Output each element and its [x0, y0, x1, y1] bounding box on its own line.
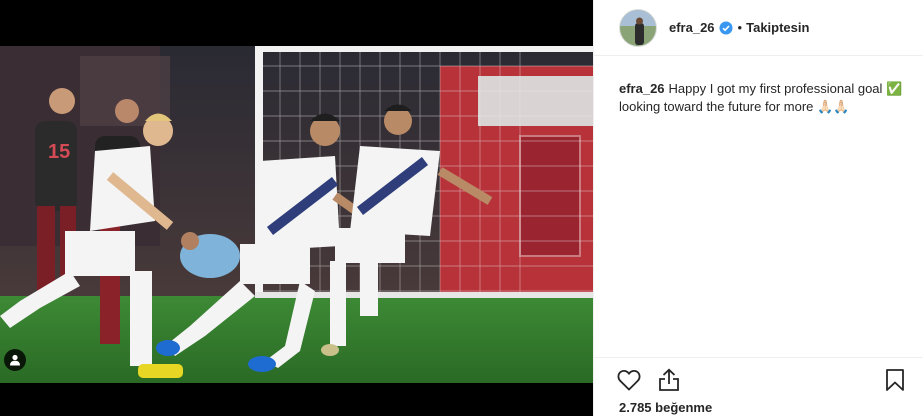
share-icon [659, 368, 679, 391]
post-header: efra_26 • Takiptesin [594, 0, 923, 56]
like-button[interactable] [616, 367, 642, 393]
caption: efra_26 Happy I got my first professional… [594, 56, 923, 116]
header-separator: • [737, 20, 743, 35]
post-photo[interactable]: 15 [0, 46, 593, 383]
verified-badge-icon [719, 21, 733, 35]
follow-state-button[interactable]: Takiptesin [746, 20, 809, 35]
svg-text:15: 15 [48, 141, 70, 163]
bookmark-icon [886, 369, 904, 391]
media-pane: 15 [0, 0, 593, 416]
avatar-image [620, 9, 656, 46]
soccer-celebration-photo: 15 [0, 46, 593, 383]
avatar[interactable] [619, 8, 657, 47]
heart-icon [617, 370, 641, 391]
user-tags-button[interactable] [4, 349, 26, 371]
username-link[interactable]: efra_26 [669, 20, 715, 35]
post-sidebar: efra_26 • Takiptesin efra_26 Happy I got … [593, 0, 923, 416]
likes-count[interactable]: 2.785 beğenme [619, 400, 712, 415]
caption-username[interactable]: efra_26 [619, 81, 665, 96]
action-bar [594, 357, 923, 397]
person-icon [10, 354, 20, 366]
share-button[interactable] [656, 367, 682, 393]
save-button[interactable] [882, 367, 908, 393]
